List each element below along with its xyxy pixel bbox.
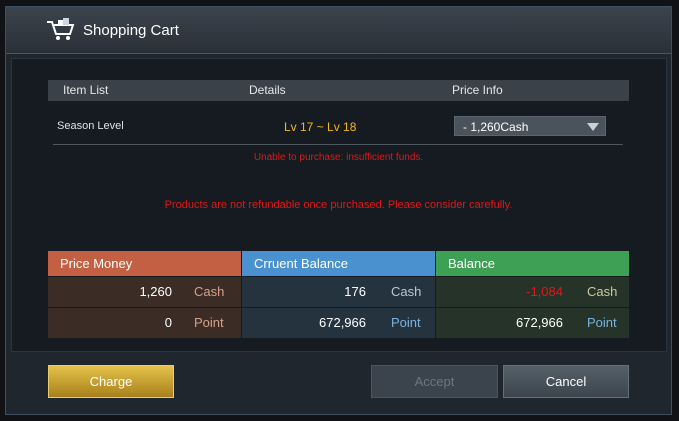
current-balance-point-cell: 672,966 Point [242,308,435,338]
cancel-button[interactable]: Cancel [503,365,629,398]
current-balance-cash-cell: 176 Cash [242,277,435,307]
balance-cash-unit: Cash [587,284,618,299]
insufficient-funds-message: Unable to purchase: insufficient funds. [253,152,424,163]
row-divider [53,144,623,145]
chevron-down-icon [587,123,599,131]
shopping-cart-icon [46,18,76,42]
current-balance-point-value: 672,966 [319,315,366,330]
price-money-label: Price Money [60,256,133,271]
balance-cash-value: -1,084 [526,284,563,299]
current-balance-label: Crruent Balance [254,256,348,271]
refund-warning-message: Products are not refundable once purchas… [164,199,513,211]
balance-header: Balance [436,251,629,276]
balance-point-value: 672,966 [516,315,563,330]
header-item-list: Item List [63,83,109,97]
shopping-cart-dialog: Shopping Cart Item List Details Price In… [5,6,672,415]
item-name: Season Level [57,120,124,132]
header-price-info: Price Info [452,83,503,97]
price-dropdown[interactable]: - 1,260Cash [454,116,606,136]
accept-button[interactable]: Accept [371,365,498,398]
title-bar: Shopping Cart [6,7,671,54]
current-balance-header: Crruent Balance [242,251,435,276]
price-money-cash-cell: 1,260 Cash [48,277,241,307]
price-dropdown-value: - 1,260Cash [463,120,529,134]
dialog-title: Shopping Cart [83,22,179,39]
charge-button[interactable]: Charge [48,365,174,398]
price-money-cash-value: 1,260 [139,284,172,299]
price-money-point-cell: 0 Point [48,308,241,338]
balance-cash-cell: -1,084 Cash [436,277,629,307]
item-table-header: Item List Details Price Info [48,80,629,101]
header-details: Details [249,83,286,97]
price-money-header: Price Money [48,251,241,276]
balance-point-unit: Point [587,315,617,330]
price-money-cash-unit: Cash [194,284,225,299]
balance-label: Balance [448,256,495,271]
price-money-point-value: 0 [164,315,172,330]
current-balance-cash-value: 176 [344,284,366,299]
balance-point-cell: 672,966 Point [436,308,629,338]
current-balance-cash-unit: Cash [391,284,422,299]
price-money-point-unit: Point [194,315,224,330]
item-details: Lv 17 ~ Lv 18 [284,120,357,134]
current-balance-point-unit: Point [391,315,421,330]
